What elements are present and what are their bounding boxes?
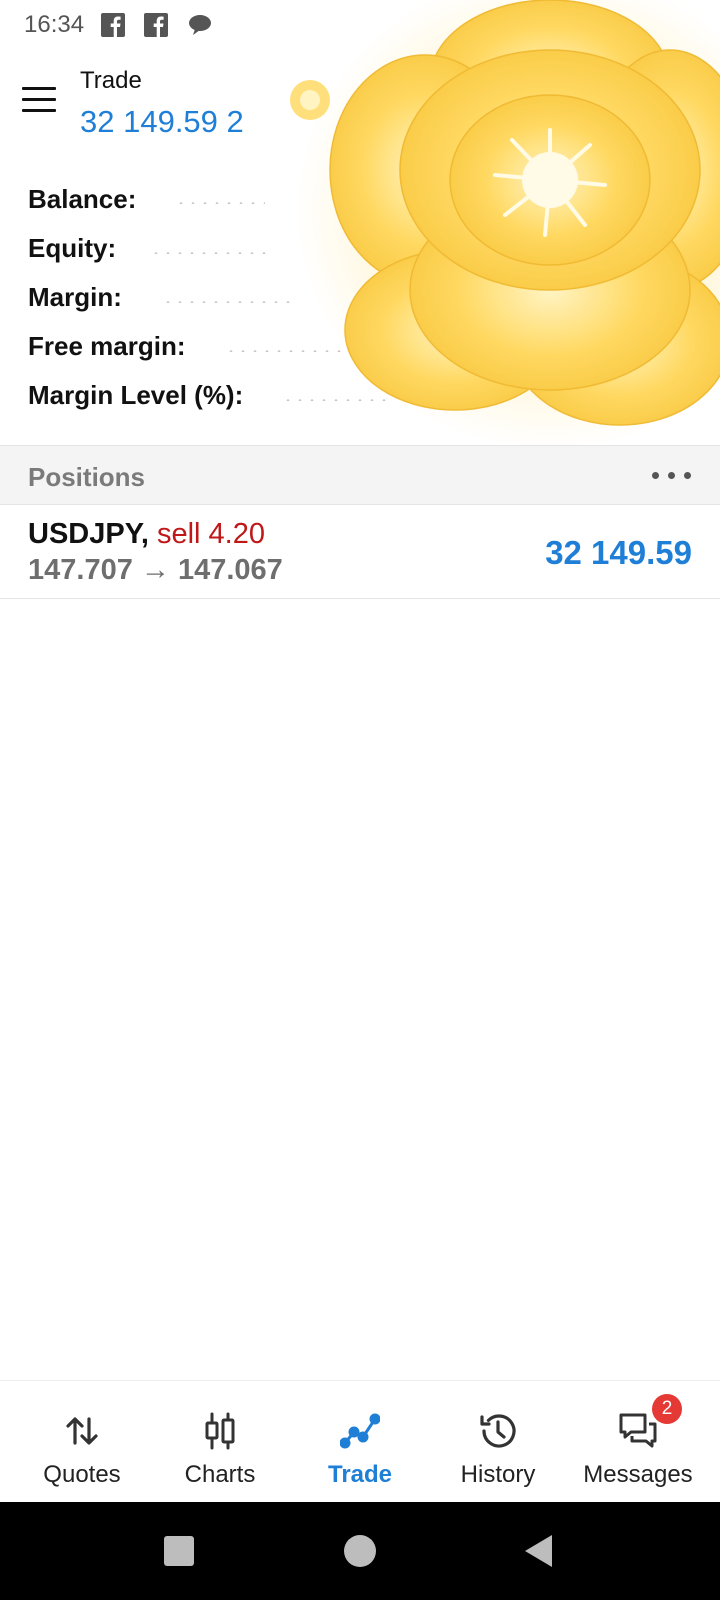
nav-messages[interactable]: 2 Messages <box>566 1381 710 1503</box>
facebook-icon <box>143 12 169 43</box>
nav-trade[interactable]: Trade <box>288 1381 432 1503</box>
facebook-icon <box>100 12 126 43</box>
nav-label: Charts <box>184 1461 256 1488</box>
nav-label: Messages <box>583 1461 693 1488</box>
position-symbol: USDJPY, <box>28 518 149 550</box>
margin-level-label: Margin Level (%): <box>28 380 244 410</box>
trend-line-icon <box>339 1411 381 1451</box>
chat-bubble-icon <box>187 12 213 43</box>
messages-badge: 2 <box>652 1394 682 1424</box>
recents-button[interactable] <box>164 1536 194 1566</box>
header-profit-value: 32 149.59 2 <box>80 104 244 139</box>
nav-history[interactable]: History <box>426 1381 570 1503</box>
history-icon <box>478 1411 518 1451</box>
nav-label: Quotes <box>43 1461 121 1488</box>
home-button[interactable] <box>344 1535 376 1567</box>
positions-header: Positions <box>0 445 720 505</box>
position-symbol-line: USDJPY, sell 4.20 <box>28 518 265 551</box>
page-title: Trade <box>80 67 142 94</box>
margin-dots <box>162 301 292 303</box>
balance-label: Balance: <box>28 184 137 214</box>
margin-label: Margin: <box>28 282 122 312</box>
nav-label: History <box>460 1461 536 1488</box>
free-margin-label: Free margin: <box>28 331 186 361</box>
equity-label: Equity: <box>28 233 117 263</box>
candlestick-icon <box>200 1411 240 1451</box>
status-time: 16:34 <box>24 11 85 38</box>
more-horizontal-icon[interactable] <box>648 460 696 488</box>
positions-title: Positions <box>28 462 146 492</box>
position-prices: 147.707 → 147.067 <box>28 554 283 586</box>
margin-level-dots <box>282 399 392 401</box>
bottom-nav: Quotes Charts Trade History 2 Messages <box>0 1380 720 1503</box>
balance-dots <box>175 202 265 204</box>
nav-label: Trade <box>327 1461 393 1488</box>
back-button[interactable] <box>522 1533 554 1569</box>
messages-icon <box>618 1411 658 1451</box>
system-nav-bar <box>0 1502 720 1600</box>
position-row[interactable]: USDJPY, sell 4.20 147.707 → 147.067 32 1… <box>0 504 720 599</box>
equity-dots <box>150 252 270 254</box>
nav-charts[interactable]: Charts <box>148 1381 292 1503</box>
menu-icon[interactable] <box>20 85 58 115</box>
arrows-updown-icon <box>62 1411 102 1451</box>
position-profit: 32 149.59 <box>545 534 692 571</box>
free-margin-dots <box>225 350 345 352</box>
nav-quotes[interactable]: Quotes <box>10 1381 154 1503</box>
position-side: sell 4.20 <box>156 518 265 550</box>
app-header: Trade 32 149.59 2 <box>0 55 720 145</box>
